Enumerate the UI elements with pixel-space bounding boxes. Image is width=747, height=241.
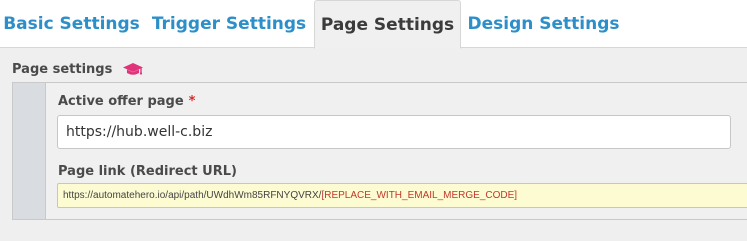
section-header: Page settings [12, 61, 144, 77]
page-settings-panel: Active offer page* Page link (Redirect U… [12, 82, 747, 220]
page-link-label: Page link (Redirect URL) [58, 164, 237, 179]
redirect-url-base: https://automatehero.io/api/path/UWdhWm8… [63, 190, 322, 201]
required-marker: * [188, 94, 196, 109]
active-offer-page-label: Active offer page * [58, 94, 196, 109]
tab-trigger-settings[interactable]: Trigger Settings [146, 0, 312, 48]
panel-content: Active offer page* Page link (Redirect U… [45, 83, 747, 219]
tab-design-settings[interactable]: Design Settings [465, 0, 622, 48]
active-offer-page-input[interactable] [57, 115, 731, 149]
tab-page-settings[interactable]: Page Settings [314, 0, 461, 49]
section-title: Page settings [12, 61, 113, 77]
graduation-cap-icon[interactable] [122, 61, 144, 77]
tab-bar: Basic Settings Trigger Settings Page Set… [0, 0, 747, 49]
redirect-url-merge-code: [REPLACE_WITH_EMAIL_MERGE_CODE] [321, 190, 518, 201]
redirect-url-field[interactable]: https://automatehero.io/api/path/UWdhWm8… [57, 183, 747, 208]
tab-basic-settings[interactable]: Basic Settings [0, 0, 143, 48]
